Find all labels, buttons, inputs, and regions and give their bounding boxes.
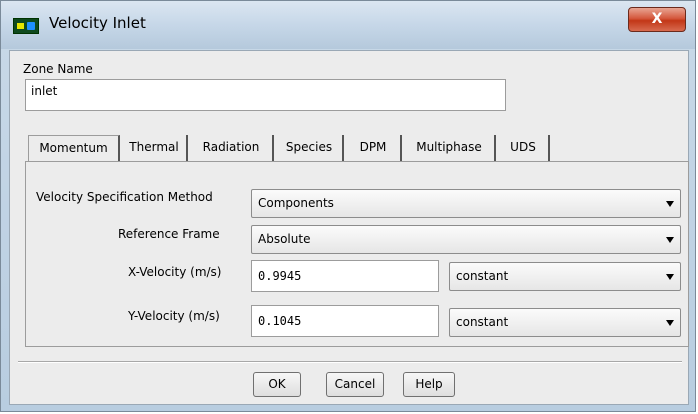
momentum-panel: Velocity Specification Method Components… xyxy=(25,161,689,347)
velocity-spec-label: Velocity Specification Method xyxy=(36,190,213,204)
tab-thermal[interactable]: Thermal xyxy=(122,135,188,161)
x-velocity-input[interactable]: 0.9945 xyxy=(251,260,439,292)
x-velocity-profile-value: constant xyxy=(456,269,509,283)
help-button[interactable]: Help xyxy=(403,372,455,397)
reference-frame-label: Reference Frame xyxy=(118,227,220,241)
cancel-button[interactable]: Cancel xyxy=(326,372,384,397)
y-velocity-profile-dropdown[interactable]: constant xyxy=(449,308,681,337)
chevron-down-icon xyxy=(666,320,674,326)
velocity-spec-dropdown[interactable]: Components xyxy=(251,189,681,218)
y-velocity-input[interactable]: 0.1045 xyxy=(251,305,439,337)
x-velocity-profile-dropdown[interactable]: constant xyxy=(449,262,681,291)
chevron-down-icon xyxy=(666,237,674,243)
tab-uds[interactable]: UDS xyxy=(498,135,550,161)
window-title: Velocity Inlet xyxy=(49,14,146,32)
tab-dpm[interactable]: DPM xyxy=(346,135,402,161)
app-icon xyxy=(13,18,39,34)
tab-radiation[interactable]: Radiation xyxy=(190,135,274,161)
ok-button[interactable]: OK xyxy=(253,372,301,397)
chevron-down-icon xyxy=(666,274,674,280)
close-button[interactable]: X xyxy=(628,7,686,32)
y-velocity-label: Y-Velocity (m/s) xyxy=(128,309,220,323)
chevron-down-icon xyxy=(666,201,674,207)
tab-momentum[interactable]: Momentum xyxy=(28,135,120,162)
divider xyxy=(18,361,682,363)
velocity-spec-value: Components xyxy=(258,196,334,210)
dialog-body: Zone Name inlet Momentum Thermal Radiati… xyxy=(9,50,689,405)
title-bar[interactable]: Velocity Inlet X xyxy=(1,1,695,49)
tab-multiphase[interactable]: Multiphase xyxy=(404,135,496,161)
velocity-inlet-dialog: Velocity Inlet X Zone Name inlet Momentu… xyxy=(0,0,696,412)
zone-name-input[interactable]: inlet xyxy=(25,79,506,111)
x-velocity-label: X-Velocity (m/s) xyxy=(128,265,222,279)
tab-species[interactable]: Species xyxy=(276,135,344,161)
zone-name-label: Zone Name xyxy=(23,62,93,76)
y-velocity-profile-value: constant xyxy=(456,315,509,329)
reference-frame-dropdown[interactable]: Absolute xyxy=(251,225,681,254)
reference-frame-value: Absolute xyxy=(258,232,311,246)
